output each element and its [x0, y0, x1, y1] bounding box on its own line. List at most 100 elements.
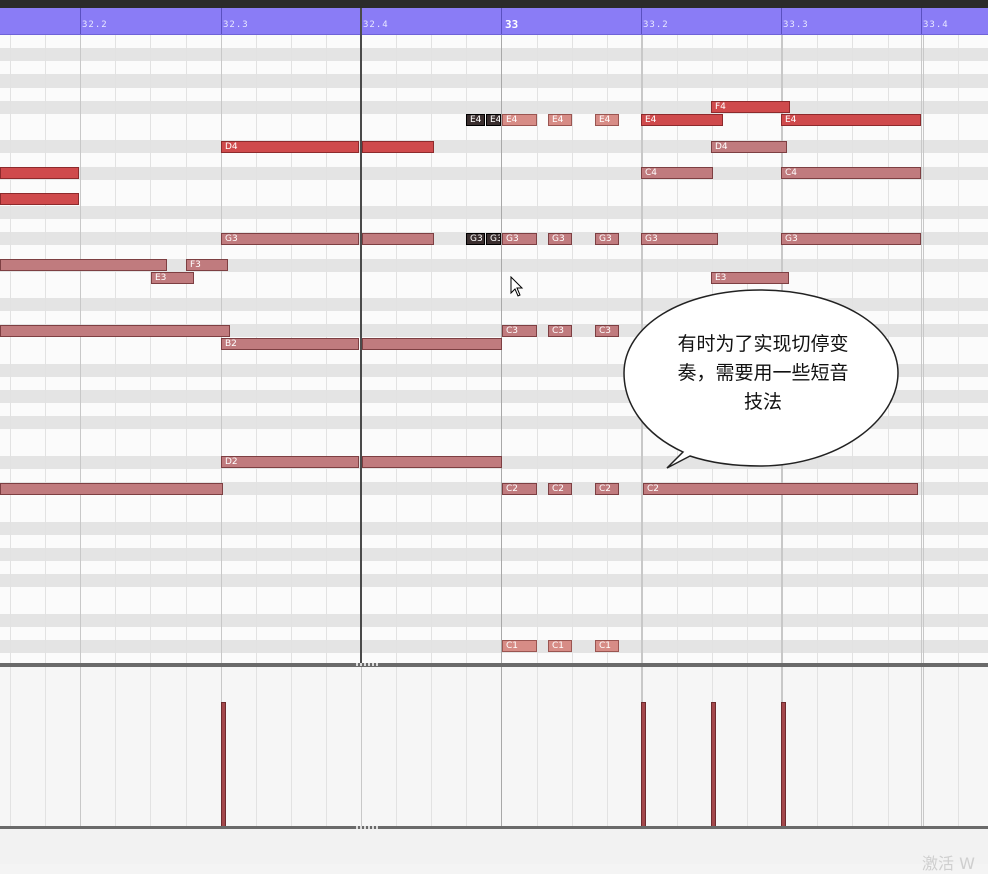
grid-line: [150, 35, 151, 663]
midi-note[interactable]: C1: [595, 640, 619, 653]
midi-note[interactable]: E4: [641, 114, 723, 127]
ruler-label: 32.3: [223, 20, 249, 30]
key-row: [0, 153, 988, 167]
midi-note[interactable]: G3: [641, 232, 718, 245]
grid-line: [852, 667, 853, 827]
velocity-bar[interactable]: [641, 702, 646, 827]
speech-bubble-line: 有时为了实现切停变: [677, 333, 849, 355]
midi-note[interactable]: F4: [711, 101, 790, 114]
midi-note[interactable]: C3: [595, 324, 619, 337]
midi-note[interactable]: [362, 337, 502, 350]
grid-line: [817, 667, 818, 827]
midi-note[interactable]: E4: [781, 114, 921, 127]
midi-note[interactable]: C2: [548, 482, 572, 495]
speech-bubble-line: 技法: [743, 391, 782, 413]
speech-bubble-line: 奏，需要用一些短音: [677, 362, 849, 384]
mouse-pointer-icon: [510, 276, 524, 297]
midi-note[interactable]: C1: [502, 640, 537, 653]
ruler-tick: [501, 8, 502, 34]
midi-note[interactable]: C3: [548, 324, 572, 337]
midi-note[interactable]: C2: [502, 482, 537, 495]
midi-note[interactable]: G3: [466, 232, 485, 245]
midi-note[interactable]: G3: [221, 232, 359, 245]
midi-note[interactable]: C2: [595, 482, 619, 495]
ruler-tick: [641, 8, 642, 34]
velocity-lane[interactable]: [0, 667, 988, 827]
midi-note[interactable]: F3: [186, 259, 228, 272]
ruler-label: 32.4: [363, 20, 389, 30]
midi-note[interactable]: C1: [548, 640, 572, 653]
key-row: [0, 547, 988, 561]
splitter-grip[interactable]: [356, 663, 380, 666]
ruler-tick: [80, 8, 81, 34]
key-row: [0, 48, 988, 62]
key-row: [0, 639, 988, 654]
ruler-tick: [221, 8, 222, 34]
midi-note[interactable]: E4: [548, 114, 572, 127]
grid-line: [115, 35, 116, 663]
midi-note[interactable]: [0, 324, 230, 337]
velocity-bar[interactable]: [781, 702, 786, 827]
key-row: [0, 574, 988, 588]
ruler-label: 33.3: [783, 20, 809, 30]
midi-note[interactable]: G3: [781, 232, 921, 245]
grid-line: [677, 667, 678, 827]
key-row: [0, 521, 988, 535]
midi-note[interactable]: D2: [221, 456, 359, 469]
midi-note[interactable]: C2: [643, 482, 918, 495]
midi-note[interactable]: G3: [502, 232, 537, 245]
grid-line: [256, 667, 257, 827]
playhead-cursor[interactable]: [360, 8, 362, 664]
beat-line: [361, 667, 362, 827]
grid-line: [45, 35, 46, 663]
midi-note[interactable]: [0, 259, 167, 272]
midi-note[interactable]: [362, 232, 434, 245]
velocity-bar[interactable]: [711, 702, 716, 827]
grid-line: [958, 35, 959, 663]
midi-note[interactable]: G3: [486, 232, 501, 245]
key-row: [0, 74, 988, 88]
key-row: [0, 626, 988, 640]
midi-note[interactable]: [362, 140, 434, 153]
midi-note[interactable]: E4: [502, 114, 537, 127]
beat-line: [80, 35, 81, 663]
grid-line: [888, 667, 889, 827]
midi-note[interactable]: E4: [486, 114, 501, 127]
midi-note[interactable]: B2: [221, 337, 359, 350]
midi-note[interactable]: [362, 456, 502, 469]
grid-line: [10, 667, 11, 827]
grid-line: [572, 667, 573, 827]
grid-line: [537, 667, 538, 827]
midi-note[interactable]: [0, 193, 79, 206]
bottom-panel: [0, 829, 988, 864]
beat-line: [921, 667, 922, 827]
grid-line: [923, 35, 924, 663]
speech-bubble-text: 有时为了实现切停变 奏，需要用一些短音 技法: [660, 330, 866, 417]
key-row: [0, 245, 988, 259]
midi-note[interactable]: [0, 167, 79, 179]
midi-note[interactable]: E4: [595, 114, 619, 127]
grid-line: [923, 667, 924, 827]
midi-note[interactable]: C4: [641, 167, 713, 179]
midi-note[interactable]: G3: [548, 232, 572, 245]
midi-note[interactable]: [0, 482, 223, 495]
midi-note[interactable]: E3: [151, 272, 194, 285]
grid-line: [431, 667, 432, 827]
grid-line: [291, 667, 292, 827]
midi-note[interactable]: C3: [502, 324, 537, 337]
midi-note[interactable]: G3: [595, 232, 619, 245]
beat-line: [921, 35, 922, 663]
key-row: [0, 219, 988, 233]
midi-note[interactable]: E3: [711, 272, 789, 285]
key-row: [0, 87, 988, 101]
midi-note[interactable]: E4: [466, 114, 485, 127]
key-row: [0, 140, 988, 154]
midi-note[interactable]: D4: [711, 140, 787, 153]
midi-note[interactable]: D4: [221, 140, 359, 153]
grid-line: [115, 667, 116, 827]
grid-line: [958, 667, 959, 827]
velocity-bar[interactable]: [221, 702, 226, 827]
grid-line: [396, 667, 397, 827]
timeline-ruler[interactable]: 32.2 32.3 32.4 33 33.2 33.3 33.4: [0, 8, 988, 35]
midi-note[interactable]: C4: [781, 167, 921, 179]
